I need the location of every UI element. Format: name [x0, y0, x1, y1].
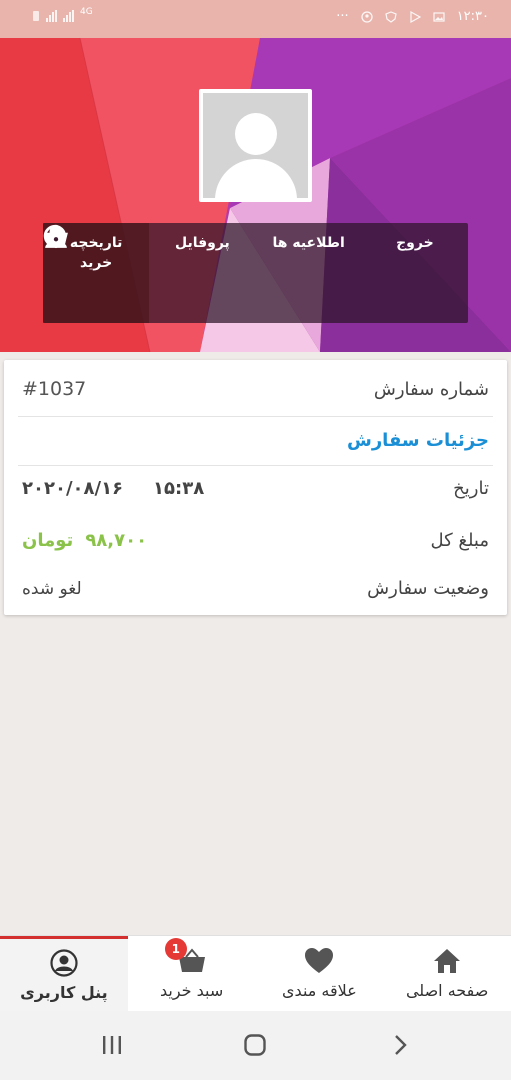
status-label: وضعیت سفارش: [367, 578, 489, 599]
more-dots: ···: [336, 9, 349, 24]
purchase-history-button[interactable]: تاریخچه خرید: [43, 223, 150, 323]
order-details-link[interactable]: جزئیات سفارش: [347, 430, 489, 451]
shield-icon: [385, 10, 397, 23]
order-number-row: شماره سفارش #1037: [22, 378, 489, 400]
date-value: ۲۰۲۰/۰۸/۱۶ ۱۵:۳۸: [22, 478, 204, 499]
nav-cart[interactable]: 1 سبد خرید: [128, 936, 256, 1011]
total-value: تومان ۹۸,۷۰۰: [22, 530, 147, 551]
order-date: ۲۰۲۰/۰۸/۱۶: [22, 478, 124, 499]
basket-icon: [44, 224, 68, 246]
account-icon: [50, 948, 78, 977]
divider: [18, 465, 493, 466]
total-amount: ۹۸,۷۰۰: [85, 530, 148, 551]
date-label: تاریخ: [453, 478, 489, 499]
divider: [18, 416, 493, 417]
status-row: وضعیت سفارش لغو شده: [22, 578, 489, 599]
order-number-value: #1037: [22, 378, 87, 400]
home-button-icon[interactable]: [243, 1033, 267, 1057]
order-time: ۱۵:۳۸: [153, 478, 205, 499]
heart-icon: [305, 948, 334, 973]
order-number-label: شماره سفارش: [373, 378, 489, 400]
signal-icon-2: [63, 10, 74, 22]
nav-cart-label: سبد خرید: [159, 981, 224, 1000]
status-right: ··· ۱۲:۳۰: [336, 9, 489, 24]
bottom-navigation: صفحه اصلی علاقه مندی 1 سبد خرید پنل کارب…: [0, 935, 511, 1011]
profile-header: خروج اطلاعیه ها پروفایل تاریخچه خرید: [0, 38, 511, 352]
profile-action-bar: خروج اطلاعیه ها پروفایل تاریخچه خرید: [43, 223, 468, 323]
nav-home[interactable]: صفحه اصلی: [383, 936, 511, 1011]
battery-icon: [33, 11, 39, 21]
total-label: مبلغ کل: [430, 530, 489, 551]
signal-icon: [46, 10, 57, 22]
notifications-button[interactable]: اطلاعیه ها: [46, 223, 362, 323]
status-left: 4G: [32, 7, 93, 22]
home-icon: [434, 949, 461, 973]
avatar-placeholder-icon: [203, 93, 308, 198]
notifications-label: اطلاعیه ها: [272, 235, 345, 251]
system-navigation-bar: [0, 1011, 511, 1080]
logout-label: خروج: [396, 235, 434, 251]
avatar[interactable]: [199, 89, 312, 202]
clock: ۱۲:۳۰: [456, 9, 489, 24]
nav-favorites-label: علاقه مندی: [282, 981, 357, 1000]
network-type: 4G: [80, 7, 93, 17]
status-value: لغو شده: [22, 578, 82, 599]
gallery-icon: [433, 11, 445, 22]
profile-label: پروفایل: [174, 235, 230, 251]
back-icon[interactable]: [388, 1033, 412, 1057]
cart-badge: 1: [164, 938, 187, 960]
date-row: تاریخ ۲۰۲۰/۰۸/۱۶ ۱۵:۳۸: [22, 478, 489, 499]
recent-apps-icon[interactable]: [100, 1033, 124, 1057]
order-card: شماره سفارش #1037 جزئیات سفارش تاریخ ۲۰۲…: [4, 360, 507, 615]
location-icon: [361, 10, 373, 23]
logout-button[interactable]: خروج: [43, 223, 468, 323]
nav-user-panel-label: پنل کاربری: [20, 982, 108, 1002]
total-currency: تومان: [22, 530, 74, 551]
play-store-icon: [410, 10, 421, 23]
status-bar: 4G ··· ۱۲:۳۰: [0, 0, 511, 38]
nav-home-label: صفحه اصلی: [405, 981, 489, 1000]
total-row: مبلغ کل تومان ۹۸,۷۰۰: [22, 530, 489, 551]
nav-user-panel[interactable]: پنل کاربری: [0, 936, 128, 1011]
profile-button[interactable]: پروفایل: [45, 223, 255, 323]
purchase-history-label: تاریخچه خرید: [69, 235, 123, 271]
nav-favorites[interactable]: علاقه مندی: [256, 936, 384, 1011]
